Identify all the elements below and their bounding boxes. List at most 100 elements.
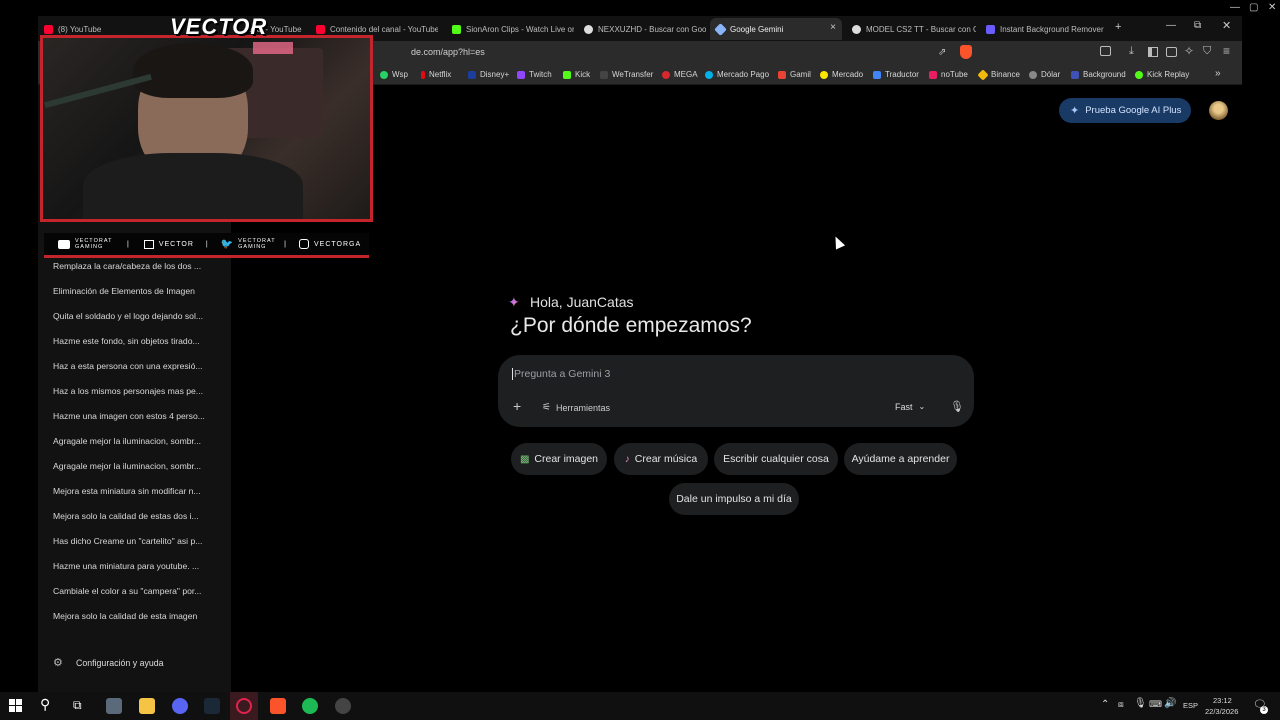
vpn-shield-icon[interactable]: ⛉ xyxy=(1203,45,1211,58)
network-icon[interactable]: ⌨ xyxy=(1149,699,1162,710)
microphone-icon[interactable]: 🎙 xyxy=(950,400,964,413)
globe-icon xyxy=(1029,70,1037,79)
download-icon[interactable]: ⤓ xyxy=(1129,45,1134,58)
spotify-icon[interactable] xyxy=(302,698,318,714)
chat-history-item[interactable]: Mejora solo la calidad de esta imagen xyxy=(53,611,223,621)
tab-google-search-2[interactable]: MODEL CS2 TT - Buscar con G xyxy=(846,18,976,40)
bookmark-kick-replay[interactable]: Kick Replay xyxy=(1135,70,1189,79)
clock-date[interactable]: 22/3/2026 xyxy=(1205,707,1238,716)
gemini-spark-icon: ✦ xyxy=(508,294,520,310)
chat-history-item[interactable]: Remplaza la cara/cabeza de los dos ... xyxy=(53,261,223,271)
chat-history-item[interactable]: Hazme una imagen con estos 4 perso... xyxy=(53,411,223,421)
bookmark-gamil[interactable]: Gamil xyxy=(778,70,811,79)
twitch-icon xyxy=(517,70,525,79)
upgrade-button[interactable]: ✦ Prueba Google AI Plus xyxy=(1059,98,1191,123)
mercado-libre-icon xyxy=(820,70,828,79)
tab-kick[interactable]: SionAron Clips - Watch Live on xyxy=(446,18,574,40)
page-title: ¿Por dónde empezamos? xyxy=(510,314,752,337)
model-mode-selector[interactable]: Fast ⌄ xyxy=(895,402,925,412)
tools-button[interactable]: ⚟ Herramientas xyxy=(542,402,610,413)
bookmark-mercado-pago[interactable]: Mercado Pago xyxy=(705,70,769,79)
os-close-icon[interactable]: ✕ xyxy=(1268,2,1276,13)
background-remover-icon xyxy=(1071,70,1079,79)
bookmark-mega[interactable]: MEGA xyxy=(662,70,698,79)
chip-boost-my-day[interactable]: Dale un impulso a mi día xyxy=(669,483,799,515)
image-icon: ▩ xyxy=(519,453,530,465)
prompt-input[interactable]: Pregunta a Gemini 3 xyxy=(512,368,912,380)
close-tab-icon[interactable]: × xyxy=(830,22,836,33)
twitter-icon: 🐦 xyxy=(220,238,235,250)
bookmark-disney[interactable]: Disney+ xyxy=(468,70,509,79)
bookmark-twitch[interactable]: Twitch xyxy=(517,70,552,79)
chat-history-item[interactable]: Hazme este fondo, sin objetos tirado... xyxy=(53,336,223,346)
screenshot-icon[interactable] xyxy=(1100,46,1111,56)
chat-history-item[interactable]: Cambiale el color a su "campera" por... xyxy=(53,586,223,596)
translate-icon xyxy=(873,70,881,79)
add-attachment-icon[interactable]: + xyxy=(513,398,521,414)
tab-google-gemini[interactable]: Google Gemini × xyxy=(710,18,842,40)
restore-icon[interactable]: ⧉ xyxy=(1194,20,1201,31)
steam-icon[interactable] xyxy=(204,698,220,714)
chat-history-item[interactable]: Mejora solo la calidad de estas dos i... xyxy=(53,511,223,521)
bookmark-background[interactable]: Background xyxy=(1071,70,1126,79)
bookmark-kick[interactable]: Kick xyxy=(563,70,590,79)
chip-create-image[interactable]: ▩ Crear imagen xyxy=(511,443,607,475)
settings-and-help-button[interactable]: Configuración y ayuda xyxy=(76,658,164,668)
task-view-icon[interactable]: ⧉ xyxy=(73,698,82,713)
close-window-icon[interactable]: ✕ xyxy=(1222,19,1231,32)
chat-history-item[interactable]: Hazme una miniatura para youtube. ... xyxy=(53,561,223,571)
chip-help-me-learn[interactable]: Ayúdame a aprender xyxy=(844,443,957,475)
chat-history-item[interactable]: Quita el soldado y el logo dejando sol..… xyxy=(53,311,223,321)
bookmark-dolar[interactable]: Dólar xyxy=(1029,70,1060,79)
bookmark-wsp[interactable]: Wsp xyxy=(380,70,408,79)
wallet-icon[interactable] xyxy=(1166,47,1177,57)
microphone-tray-icon[interactable]: 🎙 xyxy=(1134,698,1147,709)
file-explorer-icon[interactable] xyxy=(139,698,155,714)
tab-google-search[interactable]: NEXXUZHD - Buscar con Goog xyxy=(578,18,706,40)
chevron-up-icon[interactable]: ⌃ xyxy=(1101,699,1109,710)
bookmark-binance[interactable]: Binance xyxy=(977,68,1020,81)
sidebar-toggle-icon[interactable] xyxy=(1148,47,1158,57)
brave-icon[interactable] xyxy=(270,698,286,714)
app-icon[interactable] xyxy=(106,698,122,714)
youtube-icon xyxy=(316,24,325,34)
opera-gx-active[interactable] xyxy=(230,692,258,720)
url-field[interactable]: de.com/app?hl=es xyxy=(411,47,485,57)
os-minimize-icon[interactable]: — xyxy=(1230,2,1240,13)
bookmark-netflix[interactable]: Netflix xyxy=(421,70,451,79)
os-maximize-icon[interactable]: ▢ xyxy=(1249,2,1258,13)
bookmark-notube[interactable]: noTube xyxy=(929,70,968,79)
chat-history-item[interactable]: Eliminación de Elementos de Imagen xyxy=(53,286,223,296)
minimize-icon[interactable]: — xyxy=(1166,20,1176,31)
tray-app-icon[interactable]: ⧈ xyxy=(1118,699,1124,710)
obs-icon[interactable] xyxy=(335,698,351,714)
chat-history-item[interactable]: Mejora esta miniatura sin modificar n... xyxy=(53,486,223,496)
discord-icon[interactable] xyxy=(172,698,188,714)
search-icon[interactable]: ⚲ xyxy=(40,696,50,713)
windows-start-icon[interactable] xyxy=(9,699,22,712)
chat-history-item[interactable]: Agragale mejor la iluminacion, sombr... xyxy=(53,436,223,446)
bookmark-wetransfer[interactable]: WeTransfer xyxy=(600,70,653,79)
volume-icon[interactable]: 🔊 xyxy=(1164,698,1176,709)
leo-ai-icon[interactable]: ✧ xyxy=(1184,44,1194,58)
tab-background-remover[interactable]: Instant Background Remover xyxy=(980,18,1106,40)
share-icon[interactable]: ⇗ xyxy=(938,47,946,58)
chat-history-item[interactable]: Haz a los mismos personajes mas pe... xyxy=(53,386,223,396)
background-remover-icon xyxy=(986,24,995,34)
new-tab-icon[interactable]: + xyxy=(1115,21,1121,33)
language-indicator[interactable]: ESP xyxy=(1183,701,1198,710)
bookmark-traductor[interactable]: Traductor xyxy=(873,70,919,79)
chat-history-item[interactable]: Agragale mejor la iluminacion, sombr... xyxy=(53,461,223,471)
kick-replay-icon xyxy=(1135,70,1143,79)
chat-history-item[interactable]: Haz a esta persona con una expresió... xyxy=(53,361,223,371)
clock-time[interactable]: 23:12 xyxy=(1213,696,1232,705)
bookmark-mercado[interactable]: Mercado xyxy=(820,70,863,79)
brave-shield-icon[interactable] xyxy=(960,45,972,59)
more-bookmarks-icon[interactable]: » xyxy=(1215,68,1221,79)
chip-write-anything[interactable]: Escribir cualquier cosa xyxy=(714,443,838,475)
settings-gear-icon: ⚙ xyxy=(53,657,63,669)
chip-create-music[interactable]: ♪ Crear música xyxy=(614,443,708,475)
avatar[interactable] xyxy=(1209,101,1228,120)
chat-history-item[interactable]: Has dicho Creame un "cartelito" asi p... xyxy=(53,536,223,546)
menu-icon[interactable]: ≡ xyxy=(1223,44,1230,58)
